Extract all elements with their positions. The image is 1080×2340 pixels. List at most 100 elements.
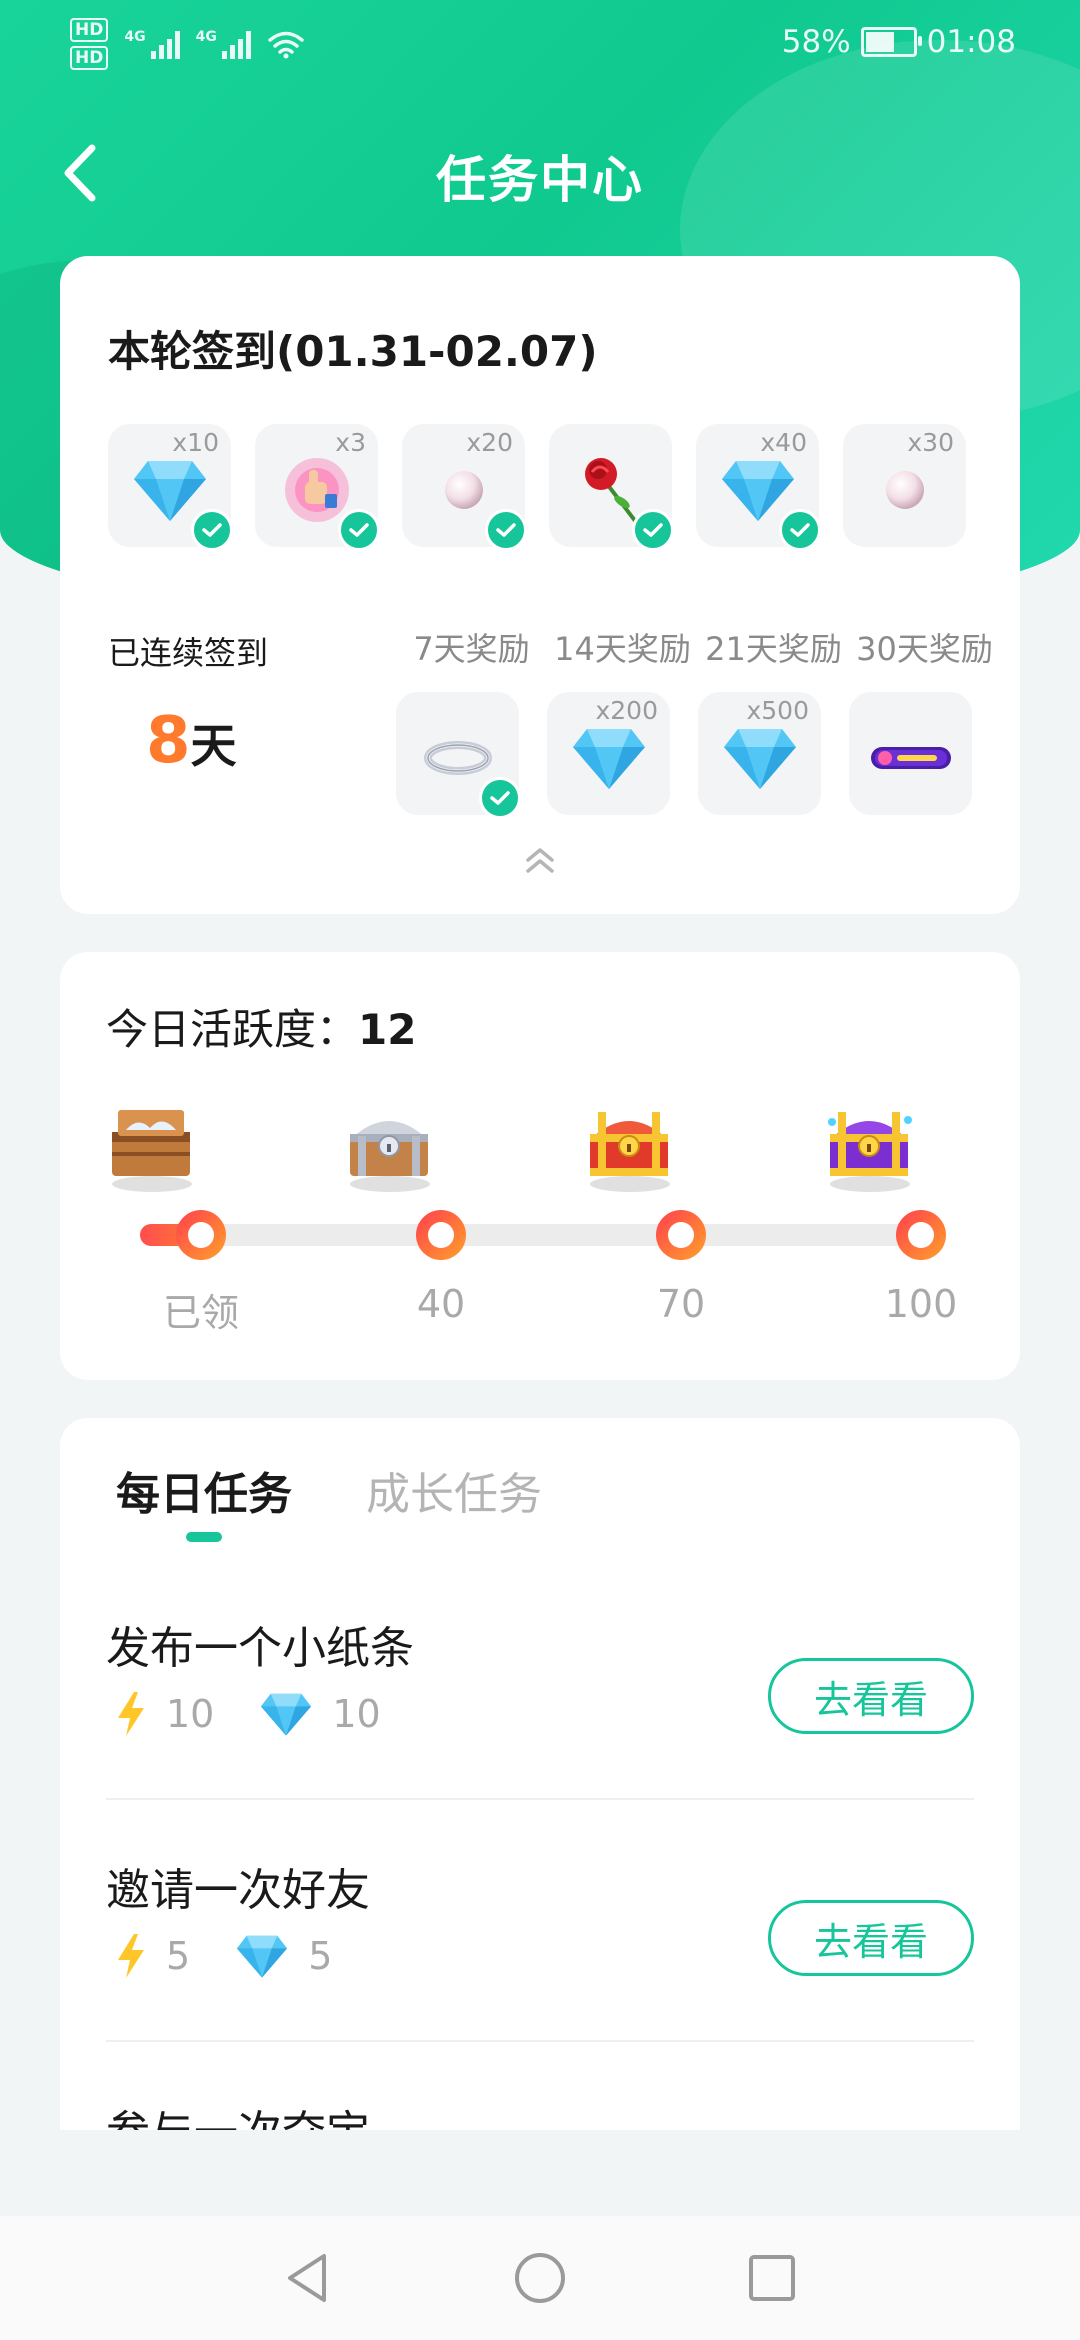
diamond-icon	[261, 1693, 312, 1736]
streak-reward-14[interactable]: x200	[547, 692, 670, 815]
milestone-label-100: 100	[884, 1282, 958, 1326]
streak-reward-labels: 7天奖励 14天奖励 21天奖励 30天奖励	[396, 624, 1000, 670]
hd-indicator: HD HD	[70, 18, 109, 70]
wifi-icon	[268, 31, 304, 59]
streak-days: 8	[146, 704, 191, 778]
signal-icon: 4G	[124, 29, 180, 59]
energy-reward: 10	[114, 1690, 214, 1738]
purple-gold-chest-icon[interactable]	[824, 1102, 914, 1192]
streak-value: 8天	[146, 704, 237, 778]
diamond-icon	[133, 461, 206, 522]
reward-qty: x40	[760, 428, 807, 457]
silver-chest-icon[interactable]	[344, 1102, 434, 1192]
activity-card: 今日活跃度：12 已领 40 70 100	[60, 952, 1020, 1380]
diamond-value: 5	[308, 1934, 333, 1978]
go-see-button[interactable]: 去看看	[768, 1900, 974, 1976]
activity-title-prefix: 今日活跃度：	[106, 1005, 359, 1054]
activity-value: 12	[358, 1005, 417, 1054]
checked-icon	[338, 509, 380, 551]
streak-reward-row: x200 x500	[396, 692, 972, 819]
reward-qty: x500	[746, 696, 809, 725]
task-item: 参与一次夺宝	[106, 2042, 974, 2130]
milestone-node	[656, 1210, 706, 1260]
tab-daily-tasks[interactable]: 每日任务	[116, 1458, 292, 1522]
diamond-icon	[721, 461, 794, 522]
nav-back-icon[interactable]	[276, 2246, 340, 2310]
pearl-icon	[885, 471, 924, 510]
signin-day-6[interactable]: x30	[843, 424, 966, 547]
lightning-icon	[118, 1692, 144, 1736]
status-left: HD HD 4G 4G	[70, 18, 305, 70]
energy-reward: 5	[114, 1932, 190, 1980]
milestone-label-40: 40	[416, 1282, 466, 1326]
nav-home-icon[interactable]	[508, 2246, 572, 2310]
checked-icon	[779, 509, 821, 551]
wooden-chest-icon[interactable]	[106, 1102, 196, 1192]
like-gift-icon	[284, 458, 349, 523]
task-name: 参与一次夺宝	[106, 2096, 370, 2130]
task-rewards: 10 10	[114, 1690, 425, 1738]
battery-percent: 58%	[781, 24, 851, 60]
reward-qty: x30	[907, 428, 954, 457]
status-right: 58% 01:08	[782, 24, 1016, 60]
badge-icon	[870, 747, 951, 770]
activity-progress-track	[140, 1224, 920, 1246]
collapse-chevron-icon[interactable]	[522, 844, 558, 874]
signin-day-5[interactable]: x40	[696, 424, 821, 551]
checked-icon	[479, 777, 521, 819]
signin-day-4[interactable]	[549, 424, 674, 551]
diamond-icon	[572, 729, 645, 790]
diamond-icon	[237, 1935, 288, 1978]
signin-day-1[interactable]: x10	[108, 424, 233, 551]
pearl-icon	[444, 471, 483, 510]
clock: 01:08	[926, 24, 1016, 60]
page-title: 任务中心	[436, 151, 644, 209]
diamond-value: 10	[332, 1692, 381, 1736]
net1-label: 4G	[124, 29, 146, 45]
milestone-node	[896, 1210, 946, 1260]
task-name: 发布一个小纸条	[106, 1623, 414, 1674]
hd2-label: HD	[70, 46, 109, 70]
milestone-label-claimed: 已领	[162, 1291, 239, 1335]
energy-value: 5	[166, 1934, 191, 1978]
tasks-card: 每日任务 成长任务 发布一个小纸条 10 10 去看看 邀请一次好友 5 5 去…	[60, 1418, 1020, 2130]
net2-label: 4G	[195, 29, 217, 45]
tab-growth-tasks[interactable]: 成长任务	[366, 1458, 542, 1522]
signin-card: 本轮签到(01.31-02.07) x10 x3 x20 x40 x30 已连续…	[60, 256, 1020, 914]
energy-value: 10	[166, 1692, 215, 1736]
status-bar: HD HD 4G 4G 58% 01:08	[0, 0, 1080, 90]
reward-label-14: 14天奖励	[554, 630, 691, 668]
signin-day-2[interactable]: x3	[255, 424, 380, 551]
hd1-label: HD	[70, 18, 109, 42]
ring-icon	[423, 741, 492, 776]
reward-label-30: 30天奖励	[856, 630, 993, 668]
diamond-reward: 5	[234, 1933, 332, 1979]
task-item: 邀请一次好友 5 5 去看看	[106, 1800, 974, 2042]
streak-reward-30[interactable]	[849, 692, 972, 815]
tab-indicator	[186, 1532, 222, 1542]
lightning-icon	[118, 1934, 144, 1978]
streak-reward-7[interactable]	[396, 692, 521, 819]
reward-label-21: 21天奖励	[705, 630, 842, 668]
milestone-node	[176, 1210, 226, 1260]
nav-recents-icon[interactable]	[740, 2246, 804, 2310]
diamond-icon	[723, 729, 796, 790]
diamond-reward: 10	[258, 1691, 381, 1737]
reward-qty: x200	[595, 696, 658, 725]
reward-qty: x3	[335, 428, 366, 457]
activity-title: 今日活跃度：12	[106, 996, 416, 1057]
reward-label-7: 7天奖励	[413, 630, 530, 668]
system-nav-bar	[0, 2216, 1080, 2340]
task-rewards: 5 5	[114, 1932, 376, 1980]
milestone-node	[416, 1210, 466, 1260]
signin-day-row: x10 x3 x20 x40 x30	[108, 424, 966, 551]
go-see-button[interactable]: 去看看	[768, 1658, 974, 1734]
milestone-label-70: 70	[656, 1282, 706, 1326]
red-gold-chest-icon[interactable]	[584, 1102, 674, 1192]
task-name: 邀请一次好友	[106, 1865, 370, 1916]
streak-unit: 天	[190, 719, 237, 773]
signin-title: 本轮签到(01.31-02.07)	[108, 327, 598, 376]
checked-icon	[485, 509, 527, 551]
signin-day-3[interactable]: x20	[402, 424, 527, 551]
streak-reward-21[interactable]: x500	[698, 692, 821, 815]
